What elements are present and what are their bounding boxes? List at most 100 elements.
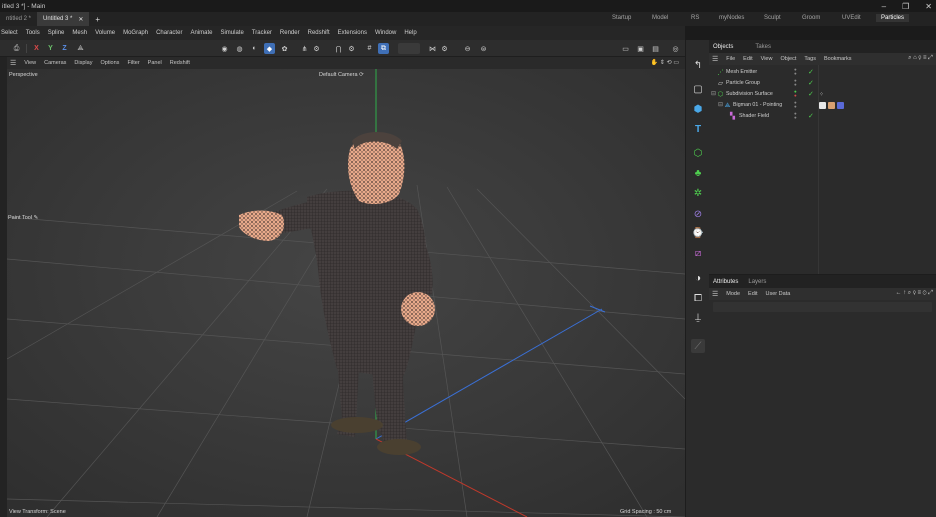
points-mode-icon[interactable]: ◐ [249, 43, 260, 54]
enabled-check-icon[interactable]: ✓ [808, 79, 814, 87]
polygons-mode-icon[interactable]: ◆ [264, 43, 275, 54]
viewport-menu-redshift[interactable]: Redshift [170, 60, 190, 66]
effector-icon[interactable]: ✲ [691, 186, 705, 200]
null-object-icon[interactable]: ↰ [691, 58, 705, 72]
quantize-toggle[interactable] [398, 43, 420, 54]
redshift-icon[interactable]: ◎ [670, 43, 681, 54]
texture-mode-icon[interactable]: ◍ [234, 43, 245, 54]
menu-mesh[interactable]: Mesh [72, 30, 87, 36]
layout-rs[interactable]: RS [691, 15, 699, 21]
menu-volume[interactable]: Volume [95, 30, 115, 36]
3d-viewport[interactable]: Perspective Default Camera ⟳ Paint Tool … [7, 69, 685, 517]
objects-menu-icon[interactable]: ☰ [712, 55, 718, 63]
enabled-check-icon[interactable]: ✓ [808, 90, 814, 98]
viewport-menu-icon[interactable]: ☰ [10, 59, 16, 67]
new-tab-button[interactable]: + [89, 12, 106, 26]
menu-window[interactable]: Window [375, 30, 396, 36]
layout-particles[interactable]: Particles [876, 14, 910, 22]
objects-menu-file[interactable]: File [726, 56, 735, 62]
objects-menu-view[interactable]: View [761, 56, 773, 62]
lock-icon[interactable]: ⊖ [462, 43, 473, 54]
tab-attributes[interactable]: Attributes [713, 279, 738, 285]
viewport-menu-filter[interactable]: Filter [127, 60, 139, 66]
menu-select[interactable]: Select [1, 30, 18, 36]
render-view-icon[interactable]: ▭ [620, 43, 631, 54]
object-row-mesh-emitter[interactable]: ⋰ Mesh Emitter ● ● ✓ [709, 67, 936, 78]
menu-spline[interactable]: Spline [48, 30, 65, 36]
viewport-menu-options[interactable]: Options [100, 60, 119, 66]
snap-icon[interactable]: ⋂ [333, 43, 344, 54]
coordinate-system-icon[interactable]: ⟁ [75, 43, 86, 54]
objects-menu-tags[interactable]: Tags [804, 56, 816, 62]
axis-y-button[interactable]: Y [45, 43, 56, 54]
menu-redshift[interactable]: Redshift [308, 30, 330, 36]
tab-objects[interactable]: Objects [713, 44, 733, 50]
layout-model[interactable]: Model [652, 15, 668, 21]
axis-mode-icon[interactable]: ⋔ [299, 43, 310, 54]
solo-icon[interactable]: ⊜ [478, 43, 489, 54]
axis-z-button[interactable]: Z [59, 43, 70, 54]
layout-groom[interactable]: Groom [802, 15, 820, 21]
collapse-icon[interactable]: ⊟ [717, 102, 724, 109]
attributes-nav-icons[interactable]: ← ↑ ⌕ ⚲ ≡ ⊙ ⤢ [895, 290, 933, 297]
text-icon[interactable]: T [691, 122, 705, 136]
visibility-toggle[interactable]: ● ● [794, 100, 798, 109]
objects-menu-bookmarks[interactable]: Bookmarks [824, 56, 852, 62]
phong-tag-icon[interactable] [819, 102, 826, 109]
symmetry-settings-icon[interactable]: ⚙ [439, 43, 450, 54]
objects-menu-object[interactable]: Object [780, 56, 796, 62]
menu-animate[interactable]: Animate [190, 30, 212, 36]
uvw-tag-icon[interactable] [837, 102, 844, 109]
objects-menu-edit[interactable]: Edit [743, 56, 752, 62]
menu-simulate[interactable]: Simulate [220, 30, 243, 36]
snap-settings-icon[interactable]: ⚙ [311, 43, 322, 54]
viewport-menu-display[interactable]: Display [74, 60, 92, 66]
render-picture-icon[interactable]: ▣ [635, 43, 646, 54]
attributes-menu-edit[interactable]: Edit [748, 291, 757, 297]
viewport-nav-icons[interactable]: ✋ ⇕ ⟲ ▭ [651, 59, 679, 66]
workplane-icon[interactable]: ⧉ [378, 43, 389, 54]
restore-icon[interactable]: ❐ [902, 2, 909, 11]
viewport-menu-panel[interactable]: Panel [148, 60, 162, 66]
cloner-icon[interactable]: ♣ [691, 166, 705, 180]
layout-uvedit[interactable]: UVEdit [842, 15, 861, 21]
tab-untitled-3[interactable]: Untitled 3 * ✕ [37, 12, 90, 26]
render-settings-icon[interactable]: ▤ [650, 43, 661, 54]
deformer-icon[interactable]: ⊘ [691, 207, 705, 221]
viewport-menu-view[interactable]: View [24, 60, 36, 66]
uv-mode-icon[interactable]: ✿ [279, 43, 290, 54]
minimize-icon[interactable]: – [882, 2, 886, 11]
material-tag-icon[interactable] [828, 102, 835, 109]
close-tab-icon[interactable]: ✕ [78, 16, 83, 23]
visibility-toggle[interactable]: ● ● [794, 67, 798, 76]
layout-startup[interactable]: Startup [612, 15, 631, 21]
menu-mograph[interactable]: MoGraph [123, 30, 148, 36]
tab-takes[interactable]: Takes [755, 44, 771, 50]
object-row-subdivision-surface[interactable]: ⊟ ⬡ Subdivision Surface ● ● ✓ ⁘ [709, 89, 936, 100]
volume-icon[interactable]: ⧄ [691, 246, 705, 260]
subdivision-icon[interactable]: ⬡ [691, 146, 705, 160]
snap-gear-icon[interactable]: ⚙ [346, 43, 357, 54]
layout-sculpt[interactable]: Sculpt [764, 15, 781, 21]
enabled-check-icon[interactable]: ✓ [808, 112, 814, 120]
symmetry-icon[interactable]: ⋈ [427, 43, 438, 54]
environment-icon[interactable]: ◑ [691, 271, 705, 285]
collapse-icon[interactable]: ⊟ [710, 91, 717, 98]
tab-untitled-2[interactable]: ntitled 2 * [0, 12, 37, 26]
visibility-toggle[interactable]: ● ● [794, 111, 798, 120]
enabled-check-icon[interactable]: ✓ [808, 68, 814, 76]
layout-mynodes[interactable]: myNodes [719, 15, 744, 21]
object-row-shader-field[interactable]: ▚ Shader Field ● ● ✓ [709, 111, 936, 122]
camera-label[interactable]: Default Camera ⟳ [319, 72, 364, 78]
axis-x-button[interactable]: X [31, 43, 42, 54]
grid-icon[interactable]: # [364, 43, 375, 54]
menu-tracker[interactable]: Tracker [252, 30, 272, 36]
phong-tag-icon[interactable]: ⁘ [819, 91, 826, 98]
brush-icon[interactable]: ⟋ [691, 339, 705, 353]
square-spline-icon[interactable]: ▢ [691, 82, 705, 96]
camera-icon[interactable]: ⧠ [691, 291, 705, 305]
menu-tools[interactable]: Tools [26, 30, 40, 36]
menu-character[interactable]: Character [156, 30, 182, 36]
object-row-particle-group[interactable]: ▱ Particle Group ● ● ✓ [709, 78, 936, 89]
cube-icon[interactable]: ⬢ [691, 102, 705, 116]
